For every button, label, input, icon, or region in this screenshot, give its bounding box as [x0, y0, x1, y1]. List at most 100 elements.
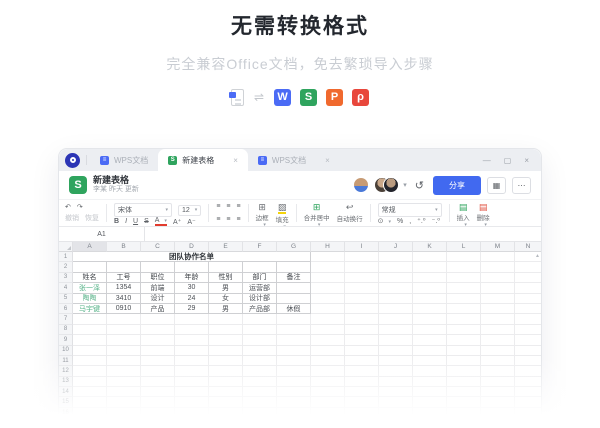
column-header-F[interactable]: F — [243, 242, 277, 252]
cell[interactable]: 年龄 — [175, 273, 209, 283]
cell[interactable]: 产品 — [141, 304, 175, 314]
cell[interactable]: 1354 — [107, 283, 141, 293]
cell[interactable] — [243, 314, 277, 324]
cell[interactable] — [141, 262, 175, 272]
cell[interactable]: 29 — [175, 304, 209, 314]
cell[interactable] — [515, 346, 541, 356]
cell[interactable] — [379, 304, 413, 314]
cell[interactable] — [515, 273, 541, 283]
cell[interactable] — [243, 387, 277, 397]
cell[interactable] — [379, 397, 413, 407]
cell[interactable] — [73, 408, 107, 418]
cell[interactable] — [481, 346, 515, 356]
cell[interactable] — [379, 262, 413, 272]
align-bottom-icon[interactable]: ≡ — [237, 203, 241, 210]
cell[interactable] — [413, 283, 447, 293]
cell[interactable]: 姓名 — [73, 273, 107, 283]
row-header-5[interactable]: 5 — [59, 294, 73, 304]
column-header-G[interactable]: G — [277, 242, 311, 252]
cell[interactable] — [141, 346, 175, 356]
cell[interactable] — [277, 397, 311, 407]
cell[interactable] — [515, 356, 541, 366]
column-header-K[interactable]: K — [413, 242, 447, 252]
cell[interactable] — [345, 387, 379, 397]
formula-input[interactable] — [145, 227, 541, 241]
undo-icon[interactable]: ↶ — [65, 203, 71, 211]
cell[interactable] — [447, 283, 481, 293]
redo-icon[interactable]: ↷ — [77, 203, 83, 211]
cell[interactable] — [447, 304, 481, 314]
cell[interactable] — [73, 314, 107, 324]
cell[interactable] — [345, 262, 379, 272]
cell[interactable] — [209, 418, 243, 428]
cell[interactable] — [141, 356, 175, 366]
cell[interactable] — [209, 408, 243, 418]
cell[interactable] — [107, 262, 141, 272]
cell[interactable] — [311, 283, 345, 293]
column-header-C[interactable]: C — [141, 242, 175, 252]
font-size-select[interactable]: 12 — [178, 205, 201, 216]
cell[interactable] — [277, 283, 311, 293]
cell[interactable] — [175, 356, 209, 366]
increase-decimal-icon[interactable]: ⁺.⁰ — [417, 217, 425, 225]
cell[interactable] — [73, 346, 107, 356]
cell[interactable] — [481, 294, 515, 304]
cell[interactable] — [413, 294, 447, 304]
cell[interactable] — [209, 346, 243, 356]
cell[interactable] — [481, 387, 515, 397]
cell[interactable] — [379, 408, 413, 418]
percent-icon[interactable]: % — [397, 218, 403, 225]
cell[interactable] — [515, 387, 541, 397]
cell[interactable] — [311, 377, 345, 387]
minimize-button[interactable]: — — [483, 156, 491, 165]
cell[interactable] — [481, 325, 515, 335]
cell[interactable] — [243, 418, 277, 428]
cell[interactable] — [311, 335, 345, 345]
cell[interactable] — [107, 335, 141, 345]
cell[interactable] — [447, 294, 481, 304]
cell[interactable] — [141, 397, 175, 407]
cell[interactable] — [107, 418, 141, 428]
cell[interactable] — [413, 418, 447, 428]
cell[interactable] — [413, 387, 447, 397]
cell[interactable] — [413, 346, 447, 356]
tab-WPS文档-0[interactable]: ≡WPS文档 — [90, 149, 158, 171]
cell[interactable] — [413, 325, 447, 335]
merge-center-button[interactable]: ⊞ 合并居中 — [304, 202, 330, 224]
currency-icon[interactable]: ⊙ — [378, 217, 391, 225]
align-right-icon[interactable]: ≡ — [237, 216, 241, 223]
cell[interactable] — [277, 294, 311, 304]
cell[interactable] — [379, 273, 413, 283]
cell[interactable] — [73, 335, 107, 345]
cell[interactable] — [243, 377, 277, 387]
column-header-E[interactable]: E — [209, 242, 243, 252]
cell[interactable] — [379, 356, 413, 366]
cell[interactable] — [73, 418, 107, 428]
row-header-6[interactable]: 6 — [59, 304, 73, 314]
column-header-N[interactable]: N — [515, 242, 541, 252]
row-header-14[interactable]: 14 — [59, 387, 73, 397]
cell[interactable] — [141, 418, 175, 428]
cell[interactable] — [73, 366, 107, 376]
cell[interactable] — [481, 252, 515, 262]
cell[interactable] — [481, 418, 515, 428]
row-header-10[interactable]: 10 — [59, 346, 73, 356]
cell[interactable] — [175, 325, 209, 335]
cell[interactable] — [379, 335, 413, 345]
cell[interactable] — [311, 418, 345, 428]
cell[interactable]: 30 — [175, 283, 209, 293]
cell[interactable] — [481, 273, 515, 283]
font-family-select[interactable]: 宋体 — [114, 203, 172, 217]
cell[interactable] — [107, 356, 141, 366]
cell[interactable]: 0910 — [107, 304, 141, 314]
column-header-D[interactable]: D — [175, 242, 209, 252]
cell[interactable] — [209, 387, 243, 397]
delete-button[interactable]: ▤ 删除 — [477, 202, 490, 224]
cell[interactable] — [515, 283, 541, 293]
cell[interactable] — [447, 346, 481, 356]
cell[interactable] — [311, 366, 345, 376]
cell[interactable] — [447, 377, 481, 387]
decrease-decimal-icon[interactable]: ⁻.⁰ — [432, 217, 440, 225]
cell[interactable] — [345, 283, 379, 293]
cell[interactable] — [379, 294, 413, 304]
